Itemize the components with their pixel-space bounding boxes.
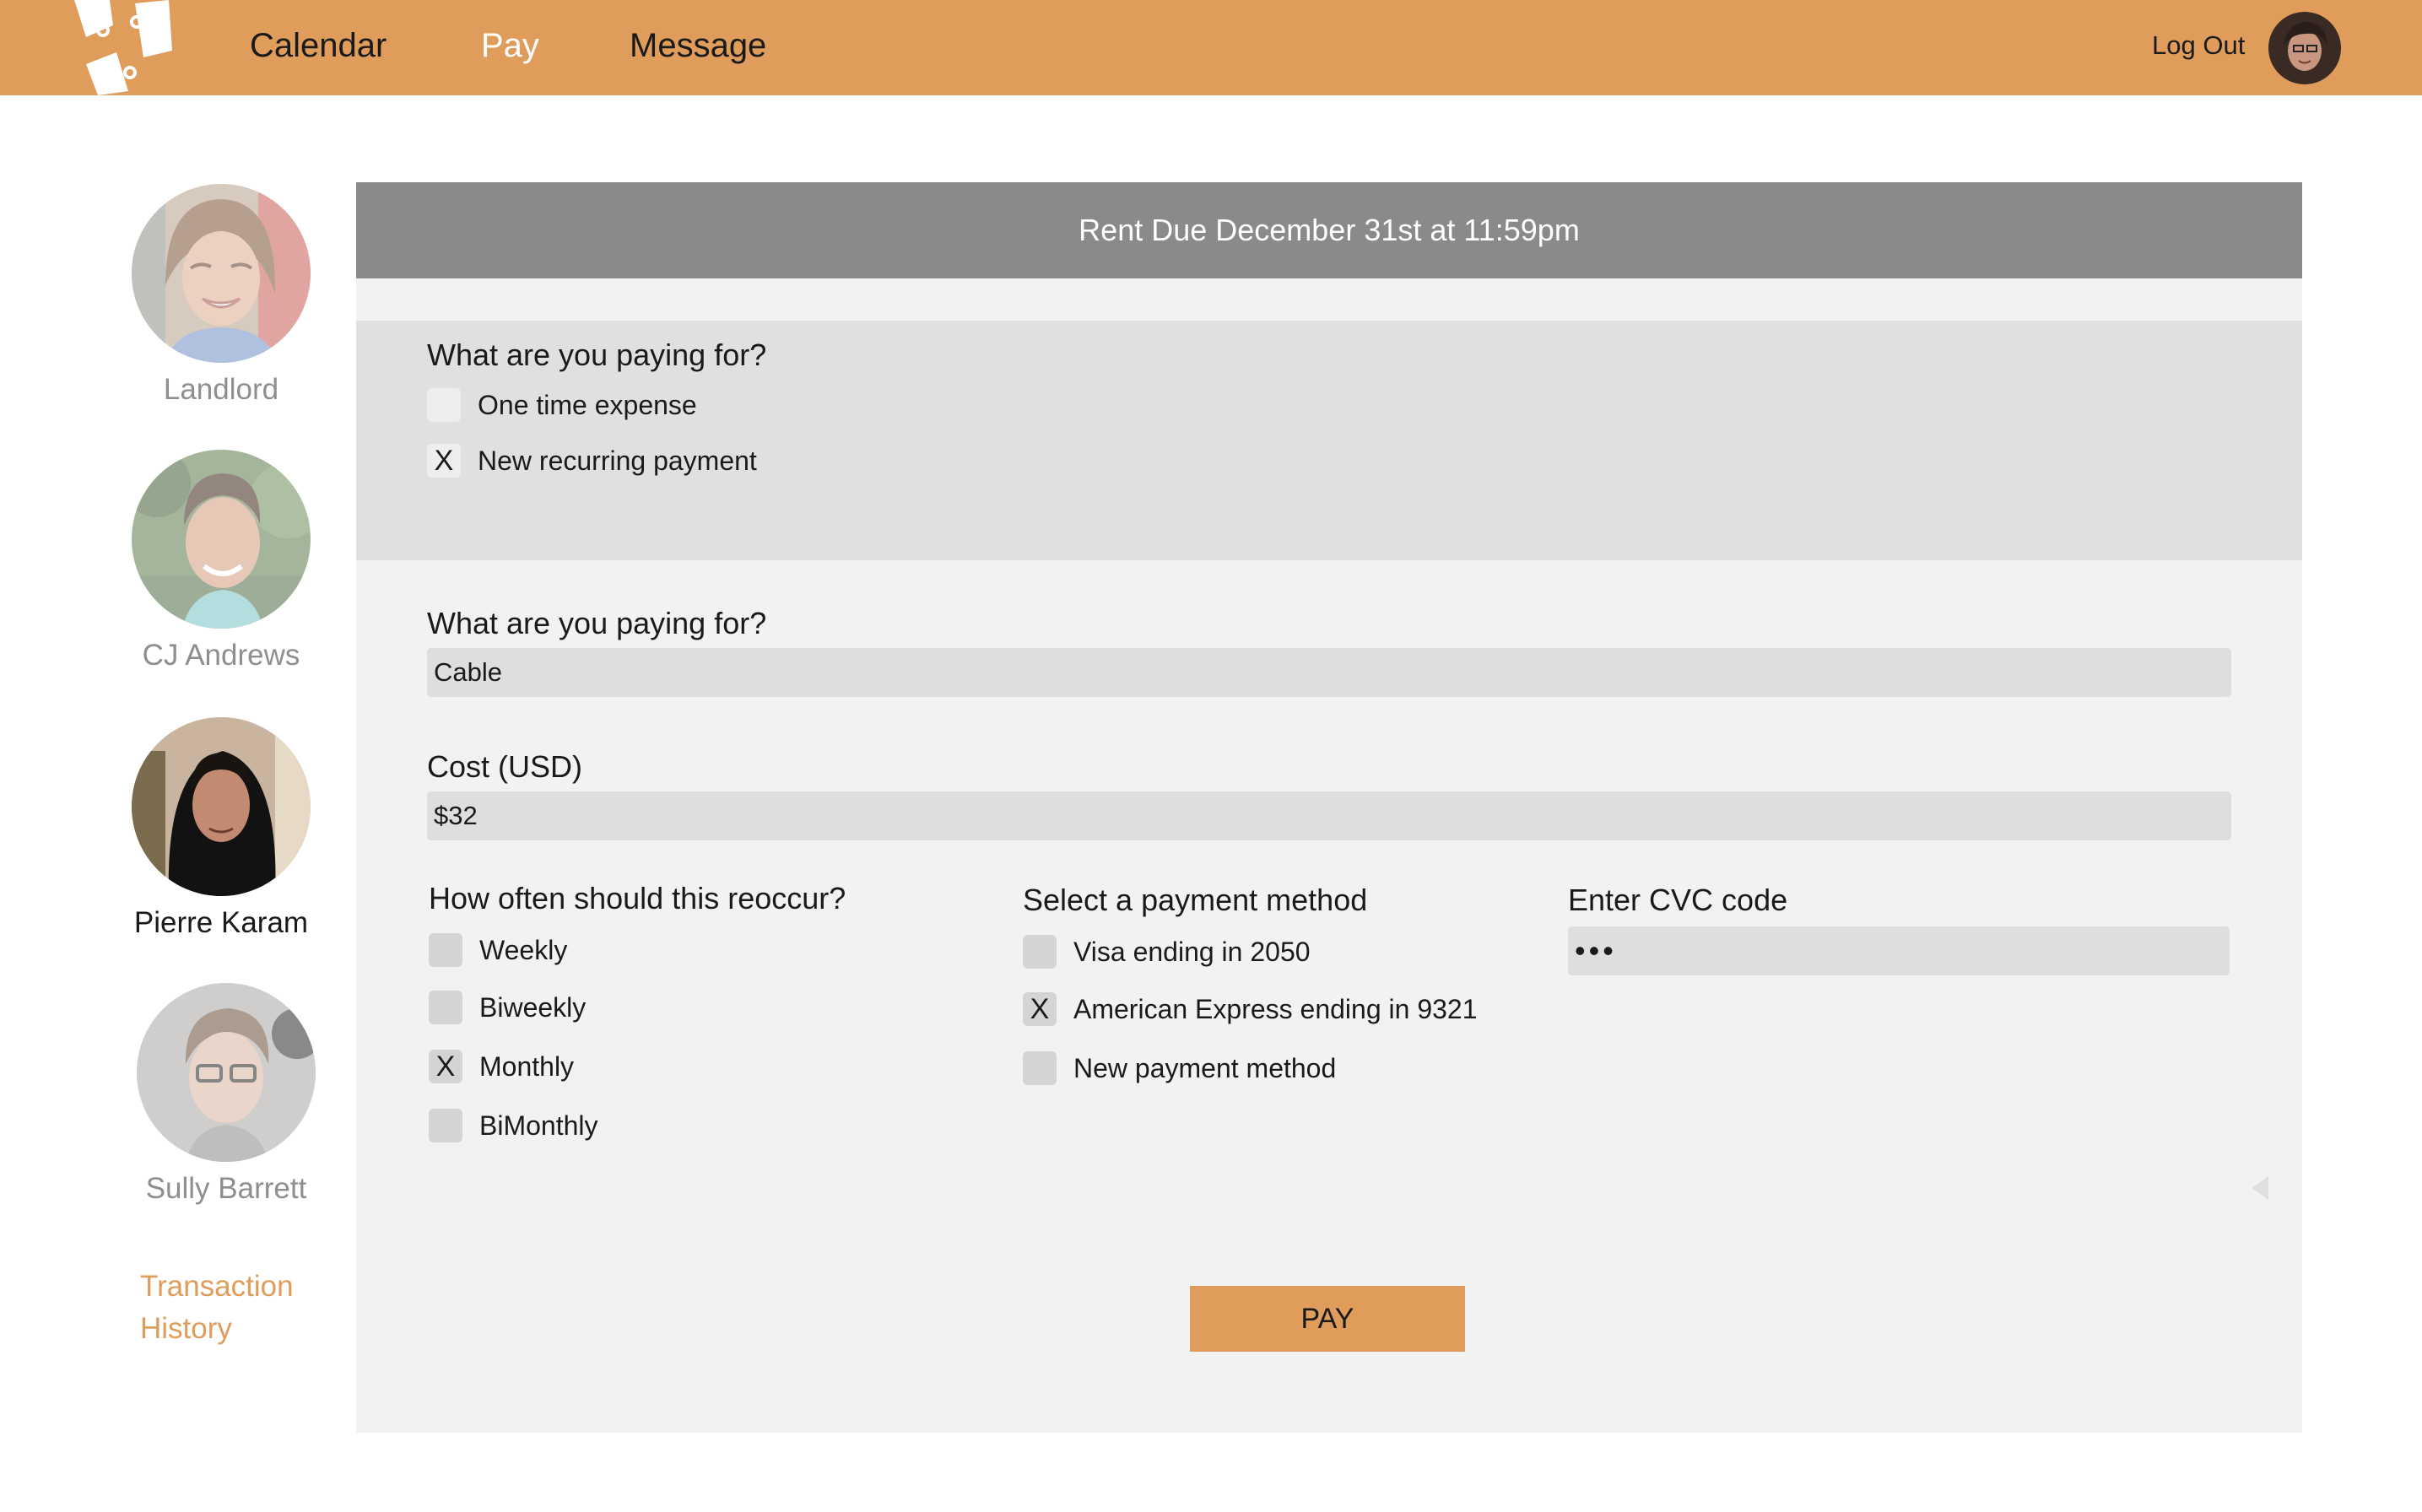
checkbox-box[interactable]	[427, 388, 461, 422]
contact-name: CJ Andrews	[142, 639, 300, 672]
contact-name: Pierre Karam	[133, 906, 309, 939]
checkbox-label: One time expense	[478, 390, 697, 420]
new-payment-method-checkbox[interactable]: New payment method	[1023, 1051, 1377, 1088]
checkbox-box[interactable]	[429, 933, 462, 967]
biweekly-checkbox[interactable]: Biweekly	[429, 991, 614, 1028]
collapse-arrow-icon[interactable]	[2252, 1176, 2268, 1200]
checkbox-label: American Express ending in 9321	[1073, 994, 1478, 1024]
bimonthly-checkbox[interactable]: BiMonthly	[429, 1109, 631, 1146]
cost-label: Cost (USD)	[427, 749, 583, 784]
checkbox-box[interactable]: X	[429, 1050, 462, 1083]
rent-due-banner: Rent Due December 31st at 11:59pm	[356, 182, 2302, 278]
payment-type-question: What are you paying for?	[427, 338, 767, 372]
weekly-checkbox[interactable]: Weekly	[429, 933, 614, 970]
pay-button[interactable]: PAY	[1190, 1286, 1465, 1352]
payment-type-section: What are you paying for? One time expens…	[356, 321, 2302, 560]
description-input[interactable]: Cable	[427, 648, 2231, 697]
app-logo[interactable]	[69, 0, 179, 95]
cvc-label: Enter CVC code	[1568, 883, 1788, 917]
payment-panel: Rent Due December 31st at 11:59pm What a…	[356, 182, 2302, 1433]
nav-pay[interactable]: Pay	[481, 24, 539, 68]
frequency-label: How often should this reoccur?	[429, 881, 846, 915]
checkbox-label: BiMonthly	[479, 1110, 598, 1141]
visa-2050-checkbox[interactable]: Visa ending in 2050	[1023, 935, 1377, 972]
cost-input[interactable]: $32	[427, 791, 2231, 840]
cvc-input[interactable]: •••	[1568, 926, 2230, 975]
cj-andrews-avatar	[132, 450, 311, 629]
nav-message[interactable]: Message	[630, 24, 766, 68]
checkbox-box[interactable]	[429, 1109, 462, 1142]
new-recurring-payment-checkbox[interactable]: X New recurring payment	[427, 444, 781, 481]
checkbox-label: Monthly	[479, 1051, 575, 1082]
checkbox-label: Biweekly	[479, 992, 587, 1023]
top-nav-bar: Calendar Pay Message Log Out	[0, 0, 2422, 95]
checkbox-label: Visa ending in 2050	[1073, 937, 1311, 967]
checkbox-box[interactable]	[429, 991, 462, 1024]
contact-name: Sully Barrett	[145, 1172, 307, 1205]
pierre-karam-avatar	[132, 717, 311, 896]
checkbox-box[interactable]	[1023, 935, 1057, 969]
nav-calendar[interactable]: Calendar	[250, 24, 387, 68]
sully-barrett-avatar	[137, 983, 316, 1162]
description-label: What are you paying for?	[427, 606, 767, 640]
checkbox-label: New payment method	[1073, 1053, 1337, 1083]
checkbox-label: New recurring payment	[478, 446, 757, 476]
one-time-expense-checkbox[interactable]: One time expense	[427, 388, 731, 425]
amex-9321-checkbox[interactable]: X American Express ending in 9321	[1023, 992, 1479, 1029]
checkbox-box[interactable]	[1023, 1051, 1057, 1085]
checkbox-box[interactable]: X	[427, 444, 461, 478]
payment-method-label: Select a payment method	[1023, 883, 1368, 917]
transaction-history-link[interactable]: Transaction History	[140, 1266, 326, 1350]
logout-link[interactable]: Log Out	[2152, 29, 2245, 62]
checkbox-box[interactable]: X	[1023, 992, 1057, 1026]
checkbox-label: Weekly	[479, 935, 568, 965]
contact-name: Landlord	[163, 373, 279, 406]
landlord-avatar	[132, 184, 311, 363]
monthly-checkbox[interactable]: X Monthly	[429, 1050, 614, 1087]
user-avatar[interactable]	[2268, 12, 2341, 84]
